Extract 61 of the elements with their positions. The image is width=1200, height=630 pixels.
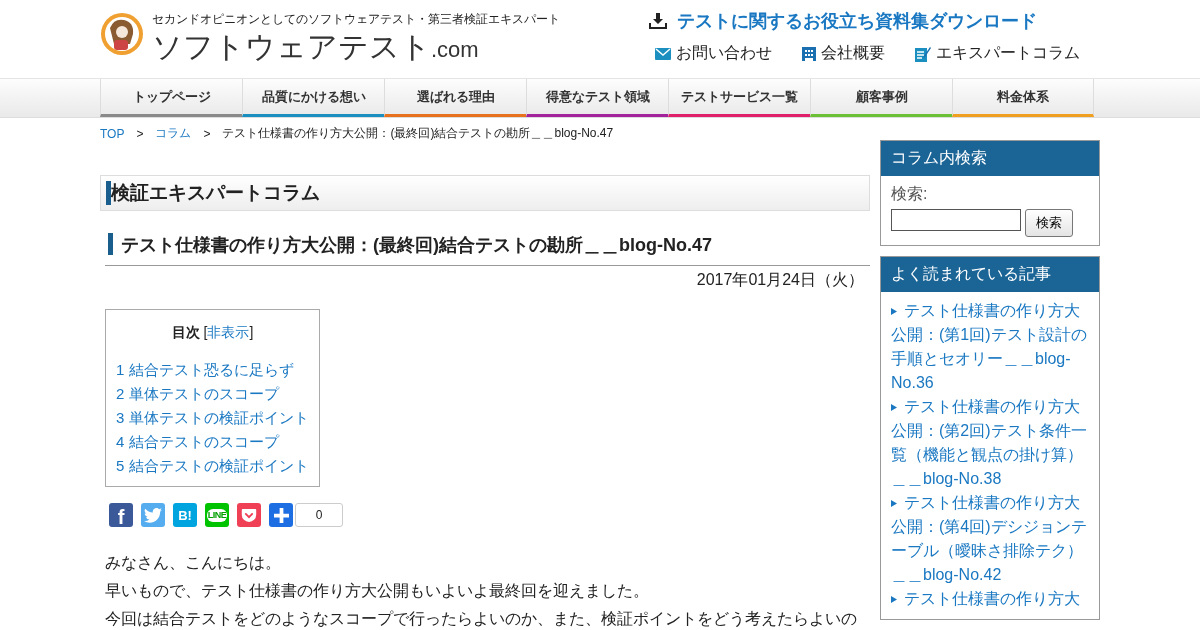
download-link[interactable]: テストに関するお役立ち資料集ダウンロード [649,9,1037,33]
section-heading: 検証エキスパートコラム [100,175,870,211]
site-tagline: セカンドオピニオンとしてのソフトウェアテスト・第三者検証エキスパート [152,11,560,28]
nav-tab[interactable]: 得意なテスト領域 [526,79,668,117]
nav-tab[interactable]: 選ばれる理由 [384,79,526,117]
popular-article-link[interactable]: テスト仕様書の作り方大公開：(第4回)デシジョンテーブル（曖昧さ排除テク）＿＿blog-No.42 [891,491,1089,587]
logo-mascot-icon [100,12,144,56]
triangle-bullet-icon [891,308,897,315]
toc-bracket: ] [249,324,254,340]
pencil-note-icon [915,45,931,62]
nav-tab[interactable]: トップページ [100,79,242,117]
article-date: 2017年01月24日（火） [695,270,865,290]
toc-link[interactable]: 3 単体テストの検証ポイント [116,406,309,430]
site-title[interactable]: ソフトウェアテスト.com [152,30,560,67]
popular-article-link[interactable]: テスト仕様書の作り方大公開：(第1回)テスト設計の手順とセオリー＿＿blog-No.36 [891,299,1089,395]
facebook-share-button[interactable]: f [109,503,133,527]
breadcrumb-separator: > [136,126,144,141]
pocket-share-button[interactable] [237,503,261,527]
body-paragraph: みなさん、こんにちは。 [105,553,282,573]
download-icon [649,13,667,29]
line-share-button[interactable]: LINE [205,503,229,527]
popular-article-link[interactable]: テスト仕様書の作り方大公開：(第2回)テスト条件一覧（機能と観点の掛け算）＿＿blog-No.38 [891,395,1089,491]
header-link[interactable]: エキスパートコラム [915,43,1080,64]
toc-link[interactable]: 5 結合テストの検証ポイント [116,454,309,478]
plus-icon [273,507,289,523]
share-count: 0 [295,503,343,527]
nav-tab[interactable]: 顧客事例 [810,79,952,117]
widget-heading: コラム内検索 [881,141,1099,176]
toc-bracket: [ [203,324,208,340]
body-paragraph: 早いもので、テスト仕様書の作り方大公開もいよいよ最終回を迎えました。 [105,581,650,601]
breadcrumb-current: テスト仕様書の作り方大公開：(最終回)結合テストの勘所＿＿blog-No.47 [222,125,614,142]
hatena-share-button[interactable]: B! [173,503,197,527]
toc-toggle-link[interactable]: 非表示 [207,324,250,340]
bird-icon [144,507,162,523]
nav-tab[interactable]: 品質にかける想い [242,79,384,117]
pocket-icon [241,507,257,523]
twitter-share-button[interactable] [141,503,165,527]
nav-tab[interactable]: 料金体系 [952,79,1094,117]
triangle-bullet-icon [891,596,897,603]
header-link[interactable]: お問い合わせ [655,43,772,64]
building-icon [802,46,816,61]
widget-heading: よく読まれている記事 [881,257,1099,292]
header-link[interactable]: 会社概要 [802,43,885,64]
breadcrumb-link[interactable]: TOP [100,126,125,141]
body-paragraph: 今回は結合テストをどのようなスコープで行ったらよいのか、また、検証ポイントをどう考えたらよいの [105,609,858,629]
toc-link[interactable]: 4 結合テストのスコープ [116,430,309,454]
triangle-bullet-icon [891,404,897,411]
search-field[interactable] [891,209,1021,231]
article-title: テスト仕様書の作り方大公開：(最終回)結合テストの勘所＿＿blog-No.47 [105,233,870,266]
nav-tab[interactable]: テストサービス一覧 [668,79,810,117]
breadcrumb-separator: > [203,126,211,141]
toc-link[interactable]: 2 単体テストのスコープ [116,382,309,406]
add-share-button[interactable] [269,503,293,527]
breadcrumb-link[interactable]: コラム [155,125,192,142]
mail-icon [655,47,671,60]
toc-link[interactable]: 1 結合テスト恐るに足らず [116,358,309,382]
popular-article-link[interactable]: テスト仕様書の作り方大 [891,587,1089,611]
search-label: 検索: [891,184,929,204]
triangle-bullet-icon [891,500,897,507]
toc-title: 目次 [171,324,200,340]
search-button[interactable]: 検索 [1025,209,1073,237]
